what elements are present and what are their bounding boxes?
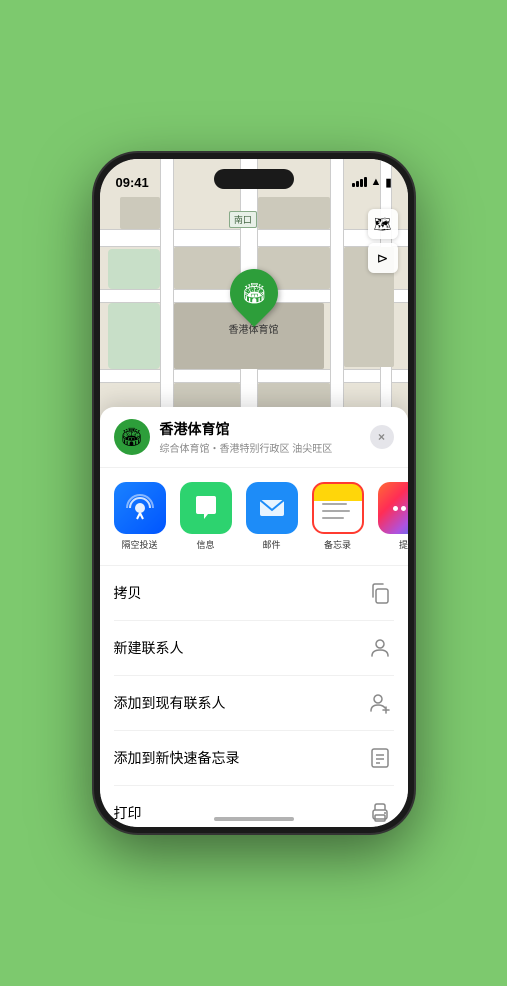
action-print-label: 打印 — [114, 803, 142, 823]
share-app-mail[interactable]: 邮件 — [242, 482, 302, 551]
airdrop-icon — [114, 482, 166, 534]
share-apps-row: 隔空投送 信息 — [100, 468, 408, 566]
add-contact-icon — [366, 689, 394, 717]
airdrop-label: 隔空投送 — [121, 538, 157, 551]
signal-bars-icon — [352, 177, 367, 187]
location-icon-emoji: 🏟 — [120, 427, 143, 448]
messages-svg — [190, 492, 222, 524]
action-new-contact[interactable]: 新建联系人 — [114, 621, 394, 676]
signal-bar-2 — [356, 181, 359, 187]
copy-svg — [369, 582, 391, 604]
new-contact-icon — [366, 634, 394, 662]
map-location-button[interactable]: ⊳ — [368, 243, 398, 273]
green-2 — [108, 303, 160, 369]
south-entrance-label: 南口 — [229, 211, 257, 228]
wifi-icon: ▲ — [371, 176, 382, 188]
map-layers-button[interactable]: 🗺 — [368, 209, 398, 239]
more-dots — [393, 506, 408, 511]
action-add-contact[interactable]: 添加到现有联系人 — [114, 676, 394, 731]
note-line-1 — [322, 503, 348, 505]
action-copy-label: 拷贝 — [114, 583, 142, 603]
pin-circle: 🏟 — [220, 259, 288, 327]
map-pin: 🏟 香港体育馆 — [229, 269, 279, 336]
building-7 — [258, 197, 330, 229]
home-indicator — [214, 817, 294, 821]
messages-label: 信息 — [196, 538, 214, 551]
mail-svg — [256, 492, 288, 524]
phone-screen: 09:41 ▲ ▮ — [100, 159, 408, 827]
print-svg — [369, 802, 391, 824]
action-copy[interactable]: 拷贝 — [114, 566, 394, 621]
print-icon — [366, 799, 394, 827]
status-icons: ▲ ▮ — [352, 176, 392, 189]
more-dot-1 — [393, 506, 398, 511]
person-svg — [369, 637, 391, 659]
location-name: 香港体育馆 — [160, 419, 370, 439]
note-line-2 — [322, 510, 351, 512]
mail-icon — [246, 482, 298, 534]
location-header: 🏟 香港体育馆 综合体育馆・香港特别行政区 油尖旺区 × — [100, 407, 408, 468]
note-svg — [369, 747, 391, 769]
pin-inner: 🏟 — [241, 281, 266, 306]
note-line-3 — [322, 517, 344, 519]
quick-note-icon — [366, 744, 394, 772]
signal-bar-4 — [364, 177, 367, 187]
signal-bar-1 — [352, 183, 355, 187]
airdrop-svg — [125, 493, 155, 523]
action-quick-note[interactable]: 添加到新快速备忘录 — [114, 731, 394, 786]
close-button[interactable]: × — [370, 425, 394, 449]
more-icon — [378, 482, 408, 534]
status-time: 09:41 — [116, 175, 149, 190]
person-add-svg — [369, 692, 391, 714]
more-dot-2 — [401, 506, 406, 511]
more-label: 提 — [399, 538, 408, 551]
location-icon: 🏟 — [114, 419, 150, 455]
action-new-contact-label: 新建联系人 — [114, 638, 184, 658]
phone-frame: 09:41 ▲ ▮ — [94, 153, 414, 833]
south-entrance-text: 南 — [234, 215, 243, 225]
green-1 — [108, 249, 160, 289]
mail-label: 邮件 — [262, 538, 280, 551]
action-add-contact-label: 添加到现有联系人 — [114, 693, 226, 713]
notes-label: 备忘录 — [324, 538, 351, 551]
notes-lines — [314, 484, 362, 532]
notes-icon — [312, 482, 364, 534]
bottom-sheet: 🏟 香港体育馆 综合体育馆・香港特别行政区 油尖旺区 × — [100, 407, 408, 827]
location-info: 香港体育馆 综合体育馆・香港特别行政区 油尖旺区 — [160, 419, 370, 455]
map-controls: 🗺 ⊳ — [368, 209, 398, 273]
building-5 — [120, 197, 160, 229]
action-quick-note-label: 添加到新快速备忘录 — [114, 748, 240, 768]
messages-icon — [180, 482, 232, 534]
battery-icon: ▮ — [385, 176, 391, 189]
share-app-more[interactable]: 提 — [374, 482, 408, 551]
share-app-messages[interactable]: 信息 — [176, 482, 236, 551]
location-subtitle: 综合体育馆・香港特别行政区 油尖旺区 — [160, 440, 370, 455]
share-app-airdrop[interactable]: 隔空投送 — [110, 482, 170, 551]
share-app-notes[interactable]: 备忘录 — [308, 482, 368, 551]
signal-bar-3 — [360, 179, 363, 187]
action-list: 拷贝 新建联系人 — [100, 566, 408, 827]
copy-icon — [366, 579, 394, 607]
dynamic-island — [214, 169, 294, 189]
